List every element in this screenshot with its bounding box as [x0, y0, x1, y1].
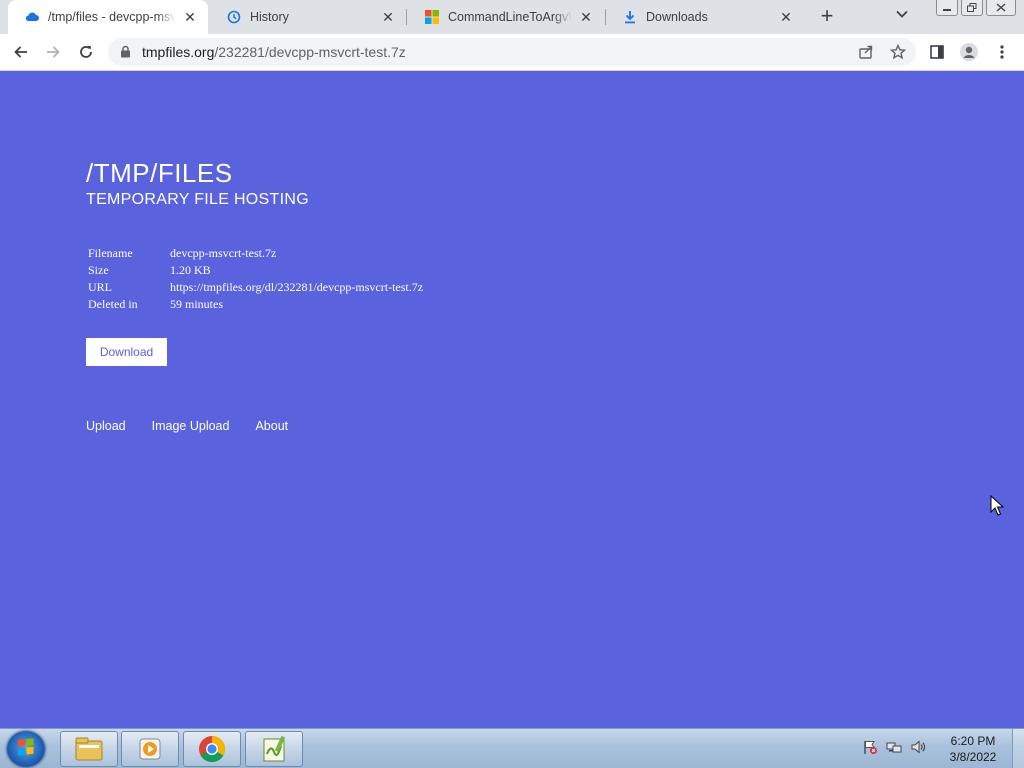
upload-link[interactable]: Upload — [86, 419, 126, 433]
tab-title: /tmp/files - devcpp-msvcrt-test.7z — [48, 10, 176, 24]
menu-kebab-icon[interactable] — [992, 42, 1012, 62]
media-player-taskbar-button[interactable] — [121, 731, 179, 767]
download-url-value: https://tmpfiles.org/dl/232281/devcpp-ms… — [170, 280, 424, 294]
microsoft-logo-icon — [424, 9, 440, 25]
bookmark-star-icon[interactable] — [889, 43, 907, 60]
tab-close-icon[interactable]: ✕ — [182, 9, 198, 25]
browser-toolbar: tmpfiles.org/232281/devcpp-msvcrt-test.7… — [0, 34, 1024, 71]
system-tray — [862, 739, 934, 755]
file-info-row: Filename devcpp-msvcrt-test.7z — [88, 245, 423, 262]
restore-button[interactable] — [961, 0, 983, 16]
file-info-row: Size 1.20 KB — [88, 262, 423, 279]
windows-explorer-taskbar-button[interactable] — [60, 731, 118, 767]
file-info-row: URL https://tmpfiles.org/dl/232281/devcp… — [88, 279, 423, 296]
side-panel-icon[interactable] — [927, 42, 947, 62]
tab-separator — [406, 9, 407, 25]
tab-title: CommandLineToArgvW function — [448, 10, 572, 24]
url-text[interactable]: tmpfiles.org/232281/devcpp-msvcrt-test.7… — [142, 44, 406, 60]
forward-arrow-icon — [47, 46, 60, 58]
forward-button[interactable] — [41, 40, 65, 64]
start-button[interactable] — [7, 731, 45, 767]
action-center-flag-icon[interactable] — [862, 739, 878, 755]
share-icon[interactable] — [858, 44, 874, 60]
reload-button[interactable] — [74, 40, 98, 64]
about-link[interactable]: About — [255, 419, 288, 433]
download-button[interactable]: Download — [86, 338, 167, 366]
tab-close-icon[interactable]: ✕ — [578, 9, 594, 25]
size-label: Size — [88, 263, 109, 277]
notepad-plus-icon — [263, 735, 286, 762]
deleted-in-label: Deleted in — [88, 297, 138, 311]
download-arrow-icon — [622, 9, 638, 25]
windows-explorer-icon — [75, 737, 103, 761]
volume-icon[interactable] — [910, 739, 926, 755]
tab-tmpfiles[interactable]: /tmp/files - devcpp-msvcrt-test.7z ✕ — [8, 0, 208, 34]
lock-icon — [120, 45, 131, 63]
site-subtitle: TEMPORARY FILE HOSTING — [86, 191, 309, 208]
tab-commandline[interactable]: CommandLineToArgvW function ✕ — [408, 0, 604, 34]
footer-nav: Upload Image Upload About — [86, 419, 314, 433]
taskbar-clock[interactable]: 6:20 PM 3/8/2022 — [944, 733, 1002, 765]
profile-avatar-icon[interactable] — [959, 42, 979, 62]
site-title[interactable]: /TMP/FILES — [86, 158, 233, 189]
minimize-button[interactable] — [936, 0, 958, 16]
tab-title: Downloads — [646, 10, 708, 24]
filename-label: Filename — [88, 246, 133, 260]
tab-downloads[interactable]: Downloads ✕ — [606, 0, 804, 34]
clock-date: 3/8/2022 — [949, 750, 997, 764]
clock-time: 6:20 PM — [950, 734, 996, 748]
mouse-cursor-icon — [990, 494, 1005, 522]
file-info-row: Deleted in 59 minutes — [88, 296, 423, 313]
url-path: /232281/devcpp-msvcrt-test.7z — [214, 44, 406, 60]
tab-close-icon[interactable]: ✕ — [380, 9, 396, 25]
chrome-icon — [199, 735, 226, 763]
new-tab-button[interactable]: + — [815, 5, 839, 29]
history-clock-icon — [226, 9, 242, 25]
address-bar[interactable]: tmpfiles.org/232281/devcpp-msvcrt-test.7… — [108, 38, 916, 66]
windows-taskbar: 6:20 PM 3/8/2022 — [0, 728, 1024, 768]
deleted-in-value: 59 minutes — [170, 297, 223, 311]
size-value: 1.20 KB — [170, 263, 211, 277]
back-button[interactable] — [9, 40, 33, 64]
page-content: /TMP/FILES TEMPORARY FILE HOSTING Filena… — [0, 72, 1024, 728]
window-controls — [933, 0, 1016, 16]
windows-logo-icon — [18, 738, 34, 756]
url-label: URL — [88, 280, 112, 294]
back-arrow-icon — [14, 46, 27, 58]
tab-strip: /tmp/files - devcpp-msvcrt-test.7z ✕ His… — [0, 0, 1024, 34]
file-info-table: Filename devcpp-msvcrt-test.7z Size 1.20… — [88, 245, 423, 313]
media-player-icon — [139, 738, 161, 760]
tab-title: History — [250, 10, 289, 24]
network-icon[interactable] — [886, 739, 902, 755]
reload-icon — [80, 45, 92, 58]
tab-history[interactable]: History ✕ — [210, 0, 406, 34]
show-desktop-button[interactable] — [1012, 729, 1024, 768]
tmpfiles-cloud-icon — [24, 9, 40, 25]
image-upload-link[interactable]: Image Upload — [152, 419, 230, 433]
chrome-taskbar-button[interactable] — [183, 731, 241, 767]
filename-value: devcpp-msvcrt-test.7z — [170, 246, 277, 260]
notepad-plus-taskbar-button[interactable] — [245, 731, 303, 767]
close-window-button[interactable] — [986, 0, 1016, 16]
url-domain: tmpfiles.org — [142, 44, 215, 60]
tab-close-icon[interactable]: ✕ — [778, 9, 794, 25]
tab-search-chevron-icon[interactable] — [895, 8, 913, 26]
